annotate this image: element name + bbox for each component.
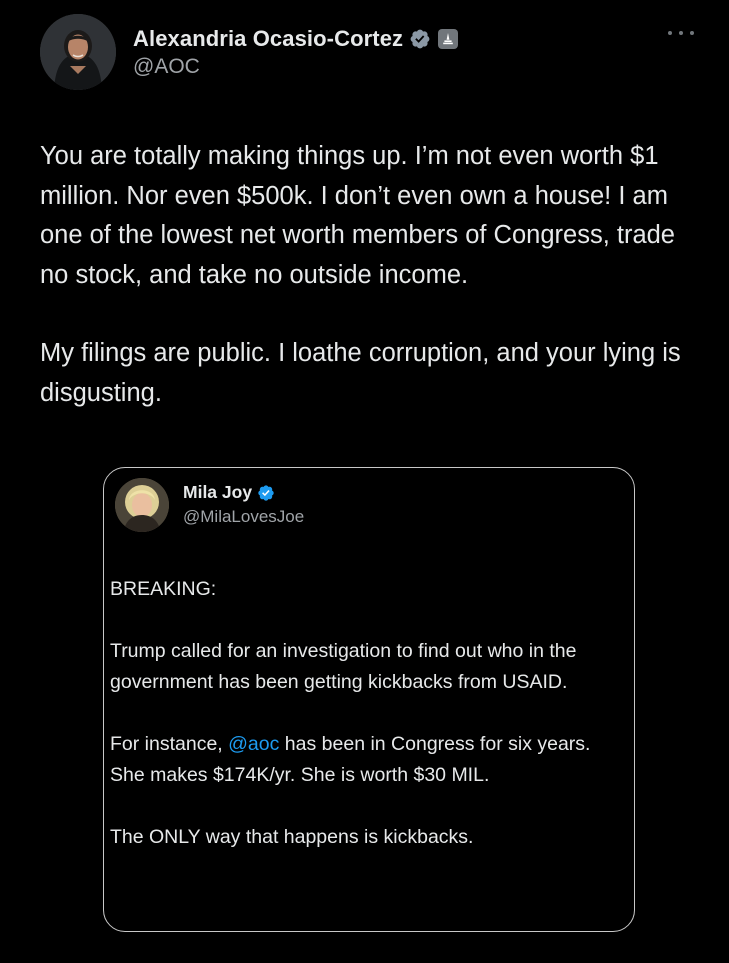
tweet-text: You are totally making things up. I’m no… [40, 137, 710, 413]
government-capitol-icon[interactable] [438, 29, 459, 49]
quoted-author-handle[interactable]: @MilaLovesJoe [183, 507, 304, 527]
author-name[interactable]: Alexandria Ocasio-Cortez [133, 26, 403, 52]
more-options-icon[interactable] [668, 28, 694, 38]
avatar-portrait-icon [40, 14, 116, 90]
quoted-tweet-card[interactable]: Mila Joy @MilaLovesJoe BREAKING: Trump c… [103, 467, 635, 932]
quoted-tweet-text: BREAKING: Trump called for an investigat… [110, 574, 625, 853]
quoted-author-avatar[interactable] [115, 478, 169, 532]
mention-link[interactable]: @aoc [228, 733, 279, 755]
verified-badge-icon[interactable] [409, 28, 431, 50]
quoted-author-name-row[interactable]: Mila Joy [183, 482, 275, 503]
tweet-paragraph: My filings are public. I loathe corrupti… [40, 339, 681, 407]
quote-text-segment: For instance, [110, 733, 229, 755]
quote-paragraph: Trump called for an investigation to fin… [110, 640, 577, 693]
tweet-paragraph: You are totally making things up. I’m no… [40, 142, 675, 289]
author-name-row[interactable]: Alexandria Ocasio-Cortez [133, 24, 459, 54]
author-handle[interactable]: @AOC [133, 55, 200, 79]
quote-paragraph: BREAKING: [110, 578, 217, 600]
quoted-author-name[interactable]: Mila Joy [183, 482, 252, 503]
quote-paragraph: For instance, @aoc has been in Congress … [110, 729, 625, 791]
author-avatar[interactable] [40, 14, 116, 90]
avatar-portrait-icon [115, 478, 169, 532]
verified-badge-icon[interactable] [257, 484, 275, 502]
tweet: Alexandria Ocasio-Cortez @AOC You are to… [0, 0, 729, 963]
quote-paragraph: The ONLY way that happens is kickbacks. [110, 826, 474, 848]
